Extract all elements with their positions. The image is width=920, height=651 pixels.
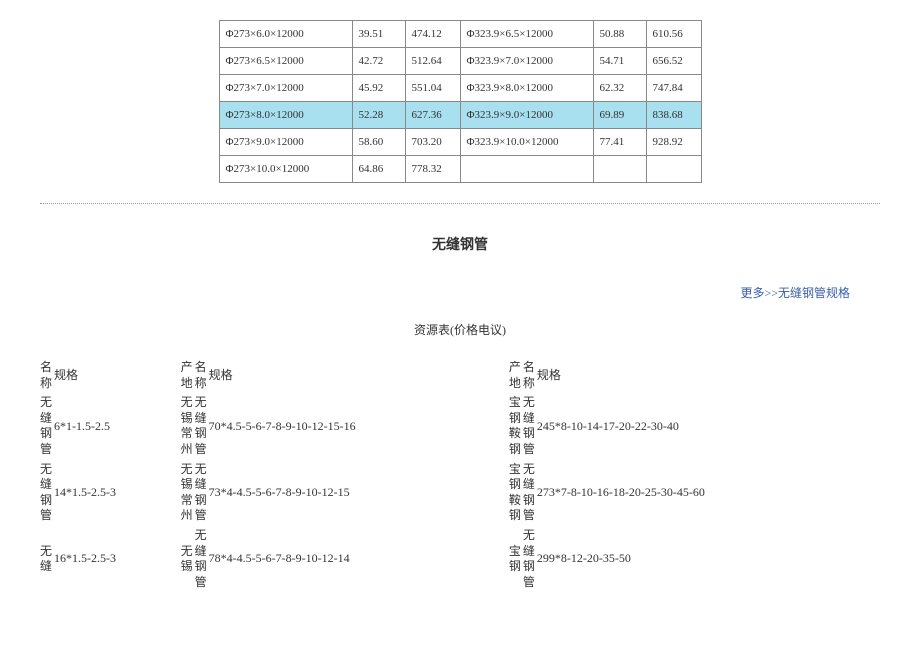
table-row: Φ273×10.0×1200064.86778.32	[219, 156, 701, 183]
header-spec-2: 规格	[209, 358, 509, 393]
table-cell: 627.36	[405, 102, 460, 129]
table-cell: Φ323.9×7.0×12000	[460, 48, 593, 75]
resource-cell: 无 缝 钢 管	[40, 460, 54, 526]
resource-cell: 无 锡	[181, 526, 195, 592]
table-cell: Φ323.9×9.0×12000	[460, 102, 593, 129]
table-cell: 62.32	[593, 75, 646, 102]
header-spec-1: 规格	[54, 358, 181, 393]
table-cell: 747.84	[646, 75, 701, 102]
resource-cell: 70*4.5-5-6-7-8-9-10-12-15-16	[209, 393, 509, 459]
resource-cell: 无 缝	[40, 526, 54, 592]
table-cell: 39.51	[352, 21, 405, 48]
resource-cell: 273*7-8-10-16-18-20-25-30-45-60	[537, 460, 880, 526]
table-cell: 656.52	[646, 48, 701, 75]
resource-row: 无 缝 钢 管6*1-1.5-2.5无 锡 常 州无 缝 钢 管70*4.5-5…	[40, 393, 880, 459]
spec-table: Φ273×6.0×1200039.51474.12Φ323.9×6.5×1200…	[219, 20, 702, 183]
table-cell: 54.71	[593, 48, 646, 75]
resource-row: 无 缝 钢 管14*1.5-2.5-3无 锡 常 州无 缝 钢 管73*4-4.…	[40, 460, 880, 526]
resource-cell: 299*8-12-20-35-50	[537, 526, 880, 592]
table-cell: 64.86	[352, 156, 405, 183]
resource-cell: 6*1-1.5-2.5	[54, 393, 181, 459]
table-cell: 838.68	[646, 102, 701, 129]
header-name-1: 名 称	[40, 358, 54, 393]
table-cell: 778.32	[405, 156, 460, 183]
resource-cell: 16*1.5-2.5-3	[54, 526, 181, 592]
header-name-2: 名 称	[195, 358, 209, 393]
table-cell: Φ273×8.0×12000	[219, 102, 352, 129]
resource-cell: 宝 钢 鞍 钢	[509, 460, 523, 526]
table-row: Φ273×6.0×1200039.51474.12Φ323.9×6.5×1200…	[219, 21, 701, 48]
resource-title: 资源表(价格电议)	[40, 321, 880, 338]
table-cell: 703.20	[405, 129, 460, 156]
table-cell	[460, 156, 593, 183]
table-cell: Φ323.9×6.5×12000	[460, 21, 593, 48]
table-cell: 474.12	[405, 21, 460, 48]
header-origin-1: 产 地	[181, 358, 195, 393]
header-spec-3: 规格	[537, 358, 880, 393]
table-row: Φ273×8.0×1200052.28627.36Φ323.9×9.0×1200…	[219, 102, 701, 129]
resource-table: 名 称 规格 产 地 名 称 规格 产 地 名 称 规格 无 缝 钢 管6*1-…	[40, 358, 880, 592]
resource-cell: 宝 钢 鞍 钢	[509, 393, 523, 459]
resource-cell: 无 锡 常 州	[181, 460, 195, 526]
table-cell: 610.56	[646, 21, 701, 48]
table-cell: 45.92	[352, 75, 405, 102]
resource-cell: 无 缝 钢 管	[523, 460, 537, 526]
table-row: Φ273×6.5×1200042.72512.64Φ323.9×7.0×1200…	[219, 48, 701, 75]
resource-cell: 宝 钢	[509, 526, 523, 592]
resource-cell: 245*8-10-14-17-20-22-30-40	[537, 393, 880, 459]
resource-header-row: 名 称 规格 产 地 名 称 规格 产 地 名 称 规格	[40, 358, 880, 393]
table-cell: 512.64	[405, 48, 460, 75]
resource-cell: 无 缝 钢 管	[523, 393, 537, 459]
table-cell: Φ323.9×10.0×12000	[460, 129, 593, 156]
resource-cell: 无 缝 钢 管	[195, 460, 209, 526]
section-title: 无缝钢管	[40, 234, 880, 254]
header-origin-2: 产 地	[509, 358, 523, 393]
table-cell	[593, 156, 646, 183]
resource-cell: 无 缝 钢 管	[195, 526, 209, 592]
table-cell: Φ273×6.0×12000	[219, 21, 352, 48]
table-row: Φ273×9.0×1200058.60703.20Φ323.9×10.0×120…	[219, 129, 701, 156]
table-cell: Φ273×10.0×12000	[219, 156, 352, 183]
table-cell: 42.72	[352, 48, 405, 75]
table-cell: 58.60	[352, 129, 405, 156]
resource-cell: 73*4-4.5-5-6-7-8-9-10-12-15	[209, 460, 509, 526]
resource-cell: 无 缝 钢 管	[40, 393, 54, 459]
table-cell: 69.89	[593, 102, 646, 129]
resource-cell: 无 缝 钢 管	[523, 526, 537, 592]
table-cell: 77.41	[593, 129, 646, 156]
resource-cell: 无 锡 常 州	[181, 393, 195, 459]
more-link[interactable]: 更多>>无缝钢管规格	[40, 284, 880, 301]
table-cell: Φ273×6.5×12000	[219, 48, 352, 75]
table-cell: Φ323.9×8.0×12000	[460, 75, 593, 102]
header-name-3: 名 称	[523, 358, 537, 393]
divider	[40, 203, 880, 204]
resource-cell: 78*4-4.5-5-6-7-8-9-10-12-14	[209, 526, 509, 592]
table-row: Φ273×7.0×1200045.92551.04Φ323.9×8.0×1200…	[219, 75, 701, 102]
table-cell: Φ273×7.0×12000	[219, 75, 352, 102]
table-cell: 52.28	[352, 102, 405, 129]
resource-cell: 14*1.5-2.5-3	[54, 460, 181, 526]
table-cell: Φ273×9.0×12000	[219, 129, 352, 156]
table-cell: 50.88	[593, 21, 646, 48]
table-cell: 928.92	[646, 129, 701, 156]
table-cell: 551.04	[405, 75, 460, 102]
resource-row: 无 缝16*1.5-2.5-3无 锡无 缝 钢 管78*4-4.5-5-6-7-…	[40, 526, 880, 592]
table-cell	[646, 156, 701, 183]
top-table-container: Φ273×6.0×1200039.51474.12Φ323.9×6.5×1200…	[40, 20, 880, 183]
resource-cell: 无 缝 钢 管	[195, 393, 209, 459]
